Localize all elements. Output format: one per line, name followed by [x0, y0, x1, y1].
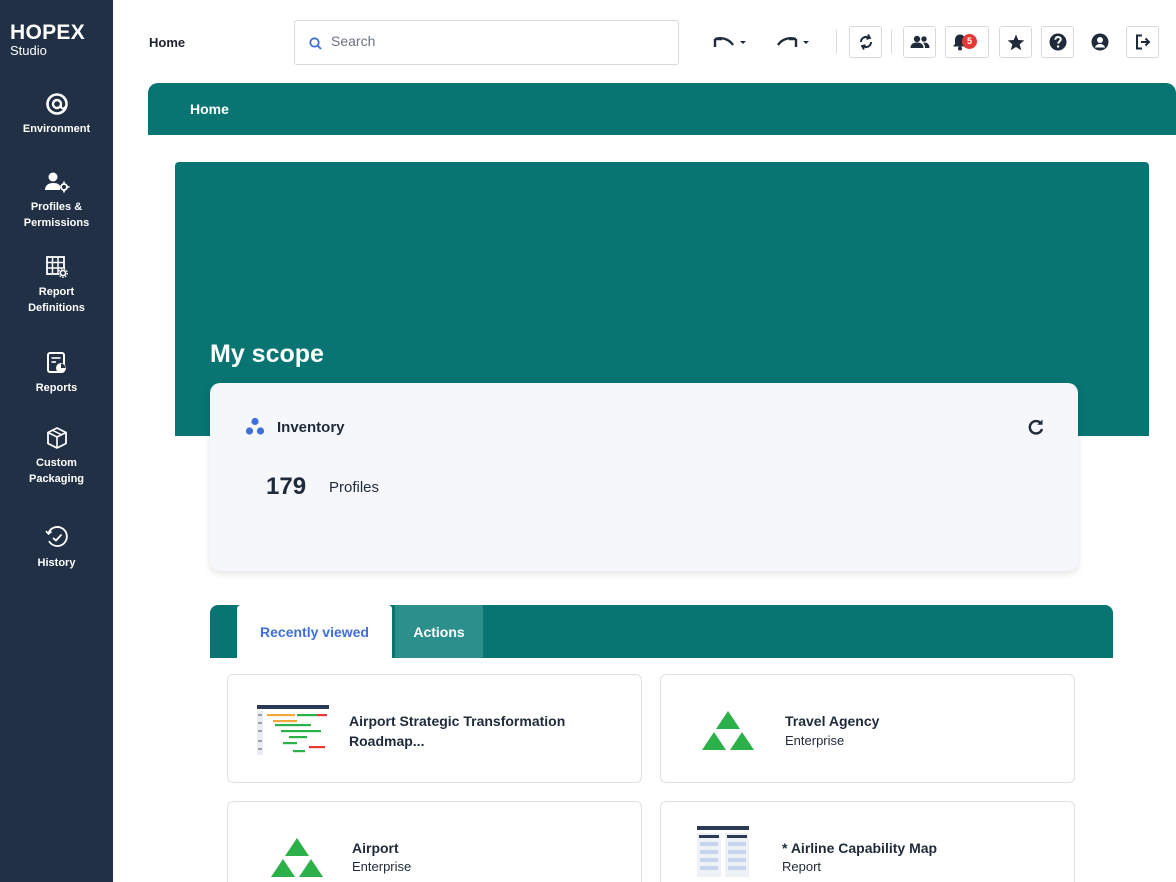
recent-item-subtitle: Report [782, 859, 822, 874]
top-bar: Home Search 5 [113, 0, 1176, 84]
tab-content: Airport Strategic Transformation Roadmap… [210, 658, 1113, 882]
sync-icon [859, 34, 872, 50]
brand-logo[interactable]: HOPEX Studio [10, 22, 85, 58]
inventory-unit: Profiles [329, 479, 380, 496]
enterprise-icon [271, 838, 323, 877]
brand-sub: Studio [10, 43, 47, 58]
inventory-title: Inventory [277, 419, 345, 436]
sidebar-item-report-definitions[interactable]: Report Definitions [0, 255, 113, 317]
sidebar-item-label: Reports [35, 382, 78, 394]
tabs-bar: Recently viewed Actions [210, 605, 1113, 658]
undo-icon [713, 37, 746, 47]
inventory-card: Inventory 179 Profiles [210, 383, 1078, 571]
refresh-icon[interactable] [1027, 418, 1045, 436]
roadmap-thumbnail-icon [257, 705, 329, 755]
search-input[interactable] [331, 33, 661, 49]
help-icon [1049, 33, 1066, 51]
redo-button[interactable] [773, 26, 813, 58]
sidebar-item-label: Environment [22, 123, 91, 135]
sidebar-item-label: Definitions [28, 302, 85, 314]
user-gear-icon [44, 172, 69, 193]
recent-item-title: Airport [352, 840, 399, 856]
brand-name: HOPEX [10, 21, 86, 44]
package-box-icon [46, 427, 67, 449]
sidebar-item-history[interactable]: History [0, 524, 113, 572]
users-icon [910, 35, 929, 48]
recent-item-title: Travel Agency [785, 713, 880, 729]
notifications-button[interactable]: 5 [945, 26, 989, 58]
recent-item-title: Roadmap... [349, 733, 425, 749]
tab-recently-viewed[interactable]: Recently viewed [237, 605, 392, 658]
panel-header: Home [148, 83, 1176, 135]
logout-button[interactable] [1126, 26, 1159, 58]
recent-item-subtitle: Enterprise [785, 733, 845, 748]
sidebar-item-custom-packaging[interactable]: Custom Packaging [0, 426, 113, 488]
toolbar-separator [891, 30, 892, 54]
report-chart-icon [46, 352, 66, 373]
inventory-icon [245, 417, 265, 435]
recent-item-card[interactable]: * Airline Capability Map Report [660, 801, 1075, 882]
at-target-icon [45, 93, 68, 115]
toolbar-separator [836, 30, 837, 54]
user-circle-icon [1091, 33, 1108, 51]
panel-title: Home [190, 101, 229, 117]
star-icon [1007, 34, 1024, 50]
notification-badge: 5 [962, 34, 977, 49]
recent-item-title: * Airline Capability Map [782, 840, 938, 856]
enterprise-icon [702, 711, 754, 750]
logout-icon [1135, 34, 1150, 50]
recent-item-card[interactable]: Airport Enterprise [227, 801, 642, 882]
page-title: Home [149, 35, 186, 50]
account-button[interactable] [1083, 26, 1116, 58]
sidebar-item-profiles-permissions[interactable]: Profiles & Permissions [0, 170, 113, 232]
recent-item-card[interactable]: Airport Strategic Transformation Roadmap… [227, 674, 642, 783]
recent-item-title: Airport Strategic Transformation [349, 713, 566, 729]
redo-icon [777, 37, 809, 47]
sidebar-item-reports[interactable]: Reports [0, 351, 113, 397]
recent-item-subtitle: Enterprise [352, 859, 412, 874]
hero-title: My scope [210, 340, 324, 368]
history-clock-icon [44, 526, 68, 547]
capability-map-thumbnail-icon [697, 826, 749, 877]
inventory-count: 179 [266, 473, 307, 500]
search-box[interactable] [294, 20, 679, 65]
sidebar-item-environment[interactable]: Environment [0, 92, 113, 138]
sidebar-item-label: Packaging [28, 473, 85, 485]
favorites-button[interactable] [999, 26, 1032, 58]
sidebar: HOPEX Studio Environment Profiles & Perm… [0, 0, 113, 882]
sidebar-item-label: Permissions [23, 217, 90, 229]
grid-gear-icon [45, 256, 68, 278]
recent-item-card[interactable]: Travel Agency Enterprise [660, 674, 1075, 783]
sync-button[interactable] [849, 26, 882, 58]
tab-actions[interactable]: Actions [395, 605, 483, 658]
help-button[interactable] [1041, 26, 1074, 58]
users-button[interactable] [903, 26, 936, 58]
search-icon [309, 37, 322, 50]
undo-button[interactable] [710, 26, 750, 58]
sidebar-item-label: History [37, 557, 76, 569]
